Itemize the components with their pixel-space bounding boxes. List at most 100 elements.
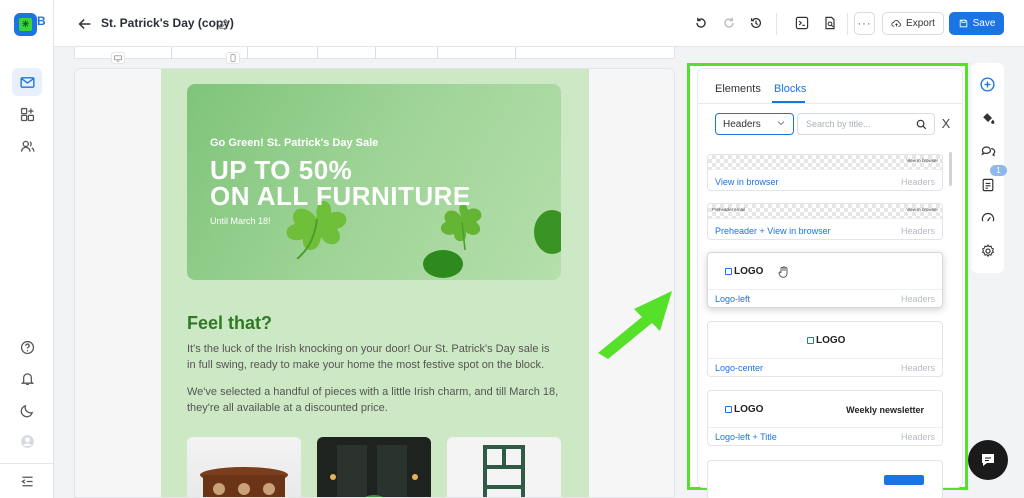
- chat-icon: [982, 454, 994, 466]
- redo-icon: [724, 17, 734, 28]
- mail-icon: [19, 76, 35, 88]
- notifications-button[interactable]: [12, 364, 42, 392]
- add-content-button[interactable]: [978, 75, 997, 94]
- style-button[interactable]: [978, 108, 997, 127]
- more-options-button[interactable]: ···: [854, 12, 875, 35]
- tabs-divider: [698, 103, 962, 104]
- block-preview-title: Weekly newsletter: [846, 405, 924, 415]
- toolbar-divider: [847, 13, 848, 35]
- history-icon: [750, 17, 762, 29]
- body-paragraph: We've selected a handful of pieces with …: [187, 386, 559, 414]
- avatar-icon: [20, 434, 34, 448]
- tab-elements[interactable]: Elements: [715, 83, 761, 95]
- editor-canvas[interactable]: Go Green! St. Patrick's Day Sale UP TO 5…: [74, 68, 675, 498]
- mobile-view-button[interactable]: [226, 52, 240, 64]
- block-card-logo-left[interactable]: LOGO Logo-left Headers: [707, 252, 943, 308]
- save-label: Save: [972, 18, 996, 29]
- dark-cabinet-image: [330, 445, 418, 497]
- undo-icon: [696, 17, 706, 28]
- app-logo-text: B: [37, 14, 46, 28]
- hand-cursor-icon: [778, 266, 788, 278]
- chat-bubbles-icon: [980, 145, 995, 157]
- desktop-icon: [114, 54, 122, 61]
- lock-icon: [725, 268, 732, 275]
- campaigns-nav-button[interactable]: [12, 68, 42, 96]
- block-card-logo-left-title[interactable]: LOGO Weekly newsletter Logo-left + Title…: [707, 390, 943, 446]
- clear-search-button[interactable]: X: [939, 115, 953, 131]
- profile-button[interactable]: [12, 427, 42, 455]
- comments-button[interactable]: [978, 141, 997, 160]
- block-card-view-in-browser[interactable]: View in browser View in browser Headers: [707, 154, 943, 191]
- back-arrow-icon[interactable]: [76, 15, 94, 33]
- collapse-sidebar-button[interactable]: [12, 467, 42, 495]
- tab-blocks[interactable]: Blocks: [774, 83, 806, 95]
- ruler-tick: [515, 47, 516, 59]
- block-search-input[interactable]: [798, 114, 908, 134]
- page-title: St. Patrick's Day (copy): [101, 16, 234, 30]
- block-preview-logo: LOGO: [807, 335, 845, 346]
- block-card-name: Logo-center: [715, 363, 764, 373]
- product-image-stool[interactable]: [187, 437, 301, 497]
- block-list: View in browser View in browser Headers …: [707, 154, 944, 498]
- moon-icon: [20, 404, 33, 417]
- help-button[interactable]: [12, 333, 42, 361]
- block-card-name: Logo-left + Title: [715, 432, 777, 442]
- green-shelf-image: [483, 445, 525, 497]
- product-image-cabinet[interactable]: [317, 437, 431, 497]
- templates-nav-button[interactable]: [12, 100, 42, 128]
- canvas-ruler: [74, 47, 675, 59]
- history-button[interactable]: [747, 14, 765, 32]
- hero-until-date: Until March 18!: [210, 216, 271, 226]
- undo-button[interactable]: [692, 14, 710, 32]
- ruler-tick: [171, 47, 172, 59]
- edit-pencil-icon[interactable]: [217, 17, 230, 30]
- performance-button[interactable]: [978, 208, 997, 227]
- left-rail: ✳ B: [0, 0, 54, 498]
- code-view-button[interactable]: [793, 14, 811, 32]
- save-button[interactable]: Save: [949, 12, 1004, 35]
- block-card-logo-center[interactable]: LOGO Logo-center Headers: [707, 321, 943, 377]
- export-button[interactable]: Export: [882, 12, 944, 35]
- block-preview-logo: LOGO: [725, 266, 763, 277]
- hero-banner[interactable]: Go Green! St. Patrick's Day Sale UP TO 5…: [187, 84, 561, 280]
- preview-button[interactable]: [821, 14, 839, 32]
- preview-search-icon: [825, 16, 835, 30]
- category-select[interactable]: Headers: [715, 113, 794, 135]
- app-logo[interactable]: ✳: [14, 13, 37, 36]
- card-divider: [708, 169, 942, 170]
- checklist-button[interactable]: [978, 175, 997, 194]
- card-divider: [708, 218, 942, 219]
- redo-button[interactable]: [720, 14, 738, 32]
- search-icon[interactable]: [916, 119, 927, 130]
- email-body[interactable]: Go Green! St. Patrick's Day Sale UP TO 5…: [161, 69, 589, 497]
- top-bar: St. Patrick's Day (copy) ··· Export Save: [54, 0, 1024, 47]
- hero-headline-line-1: UP TO 50%: [210, 155, 353, 185]
- green-arrow-icon: [598, 291, 672, 359]
- leaf-image: [534, 210, 561, 254]
- chevron-down-icon: [777, 121, 785, 126]
- block-search[interactable]: [797, 113, 935, 135]
- settings-button[interactable]: [978, 241, 997, 260]
- section-heading: Feel that?: [187, 313, 273, 333]
- toolbar-divider: [776, 13, 777, 35]
- contacts-nav-button[interactable]: [12, 132, 42, 160]
- lock-icon: [807, 337, 814, 344]
- block-card-partial[interactable]: [707, 460, 943, 498]
- block-card-category: Headers: [900, 432, 935, 442]
- product-image-shelf[interactable]: [447, 437, 561, 497]
- block-card-category: Headers: [900, 226, 935, 236]
- terminal-icon: [795, 16, 809, 30]
- support-chat-button[interactable]: [968, 440, 1008, 480]
- hero-kicker: Go Green! St. Patrick's Day Sale: [210, 137, 379, 149]
- floppy-disk-icon: [959, 19, 967, 28]
- paint-bucket-icon: [982, 112, 994, 124]
- app-logo-icon: ✳: [19, 18, 32, 31]
- theme-toggle-button[interactable]: [12, 396, 42, 424]
- desktop-view-button[interactable]: [111, 52, 125, 64]
- block-card-preheader[interactable]: Preheader email View in browser Preheade…: [707, 203, 943, 240]
- category-select-value: Headers: [723, 119, 761, 130]
- logo-text: LOGO: [734, 266, 764, 277]
- card-divider: [708, 358, 942, 359]
- panel-scrollbar[interactable]: [949, 152, 952, 186]
- hero-headline-line-2: ON ALL FURNITURE: [210, 181, 471, 211]
